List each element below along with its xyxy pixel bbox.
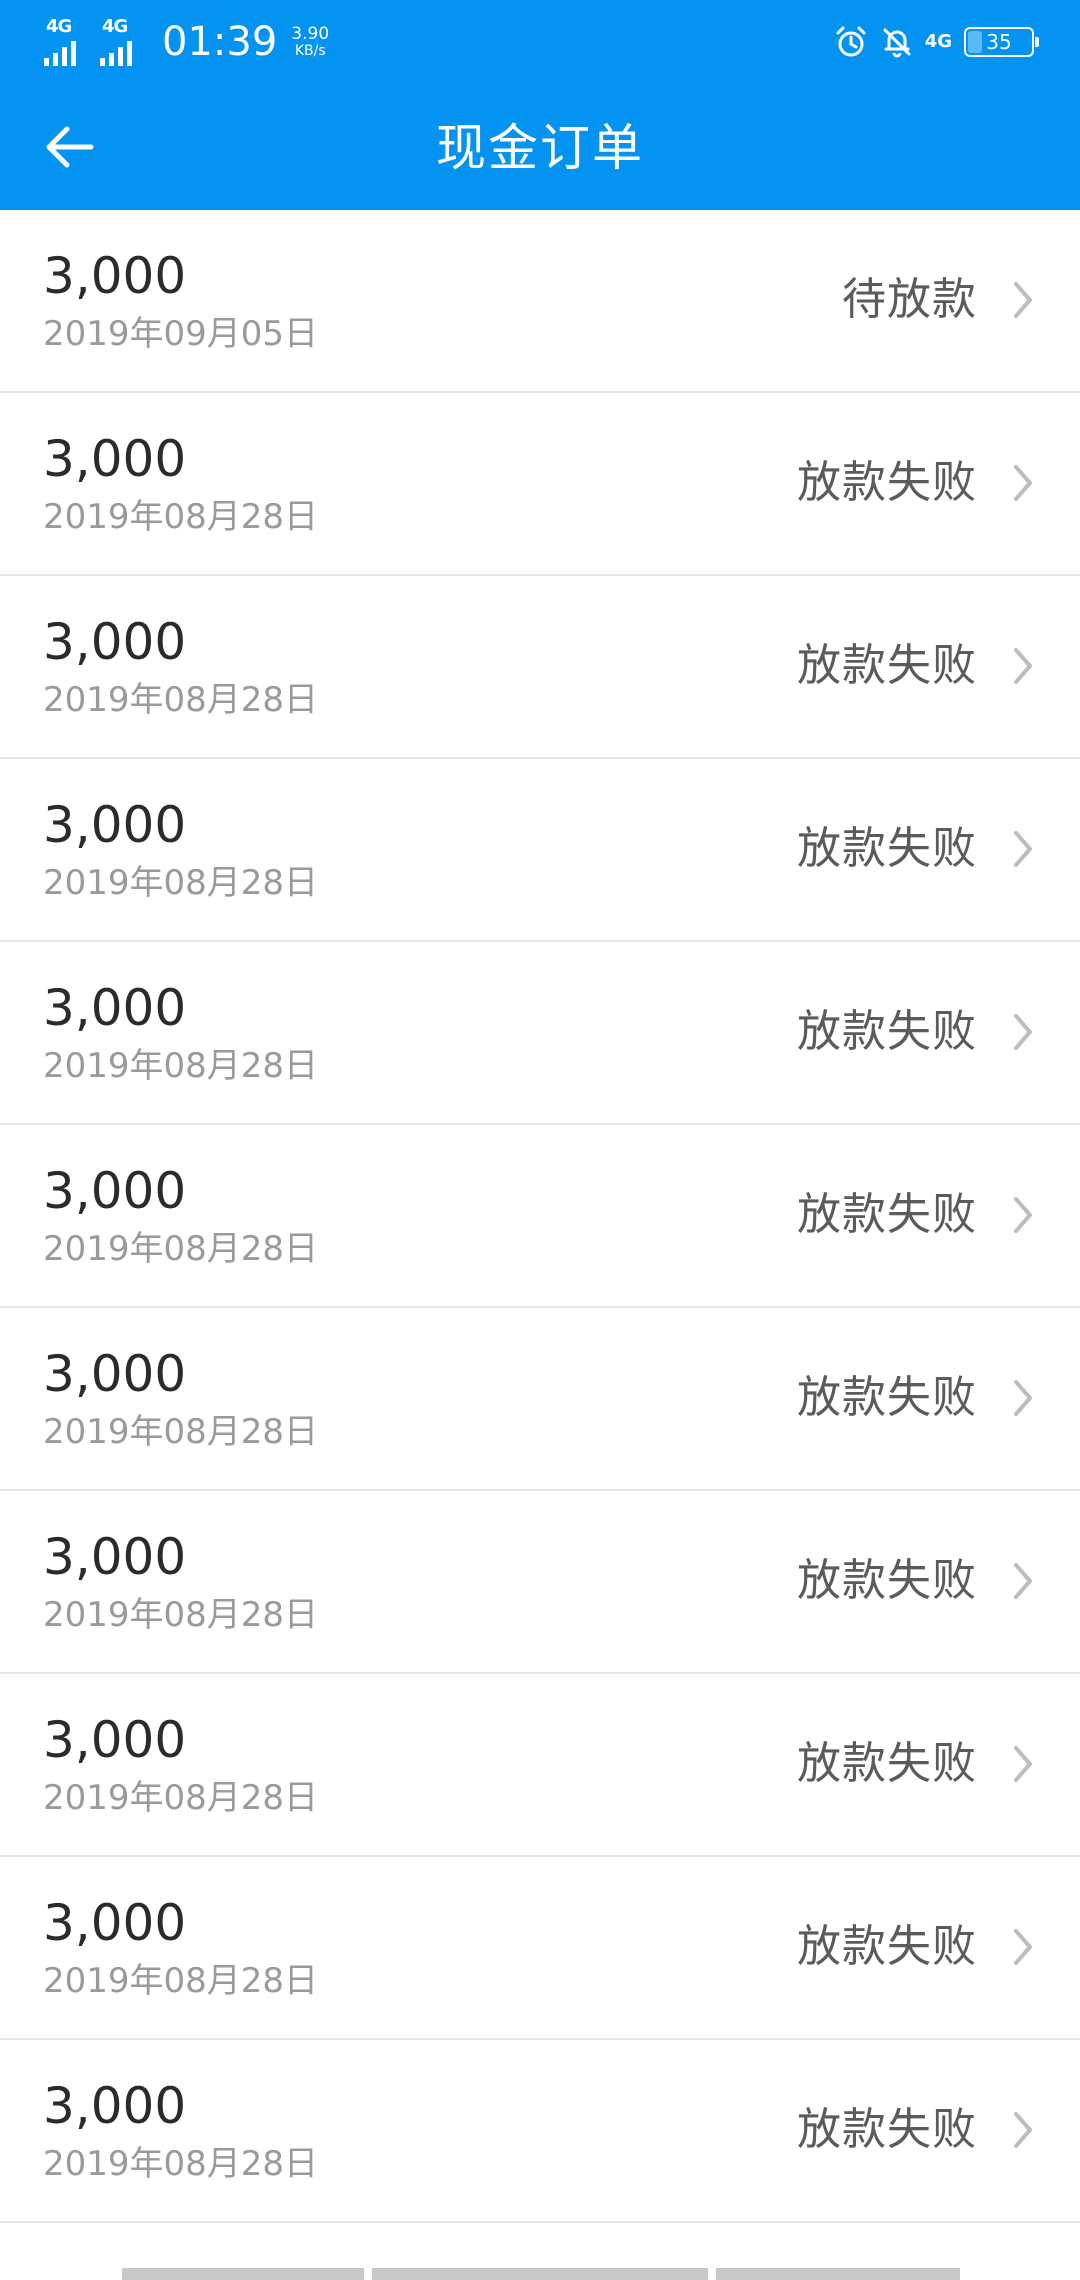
order-list: 3,000 2019年09月05日 待放款 3,000 2019年08月28日 …	[0, 210, 1080, 2223]
sim2-signal-icon: 4G	[100, 18, 146, 66]
order-date: 2019年08月28日	[43, 497, 319, 537]
order-date: 2019年08月28日	[43, 1046, 319, 1086]
order-status: 放款失败	[797, 2104, 977, 2155]
chevron-right-icon	[1014, 2112, 1032, 2148]
alarm-clock-icon	[833, 24, 869, 60]
status-bar-left: 4G 4G 01:39 3.90 KB/s	[44, 14, 329, 70]
chevron-right-icon	[1014, 282, 1032, 318]
order-status: 放款失败	[797, 457, 977, 508]
order-amount: 3,000	[43, 1894, 187, 1952]
order-date: 2019年08月28日	[43, 1229, 319, 1269]
bell-off-icon	[879, 24, 915, 60]
chevron-right-icon	[1014, 1563, 1032, 1599]
order-amount: 3,000	[43, 1528, 187, 1586]
order-amount: 3,000	[43, 613, 187, 671]
order-date: 2019年08月28日	[43, 863, 319, 903]
chevron-right-icon	[1014, 1197, 1032, 1233]
order-status: 放款失败	[797, 1555, 977, 1606]
order-date: 2019年08月28日	[43, 1961, 319, 2001]
status-bar: 4G 4G 01:39 3.90 KB/s 4G 35	[0, 0, 1080, 84]
order-date: 2019年08月28日	[43, 1412, 319, 1452]
order-list-item[interactable]: 3,000 2019年08月28日 放款失败	[0, 2040, 1080, 2223]
order-list-item[interactable]: 3,000 2019年08月28日 放款失败	[0, 1674, 1080, 1857]
network-speed-unit: KB/s	[294, 42, 326, 59]
next-item-edge	[0, 2268, 1080, 2280]
battery-fill	[968, 31, 983, 53]
order-date: 2019年08月28日	[43, 2144, 319, 2184]
order-list-item[interactable]: 3,000 2019年08月28日 放款失败	[0, 942, 1080, 1125]
order-status: 放款失败	[797, 640, 977, 691]
chevron-right-icon	[1014, 1380, 1032, 1416]
clock-time: 01:39	[162, 19, 278, 65]
sim1-network-label: 4G	[46, 16, 72, 37]
order-status: 待放款	[842, 274, 977, 325]
order-list-item[interactable]: 3,000 2019年09月05日 待放款	[0, 210, 1080, 393]
sim2-network-label: 4G	[102, 16, 128, 37]
order-list-item[interactable]: 3,000 2019年08月28日 放款失败	[0, 1125, 1080, 1308]
order-status: 放款失败	[797, 823, 977, 874]
order-list-item[interactable]: 3,000 2019年08月28日 放款失败	[0, 1857, 1080, 2040]
order-status: 放款失败	[797, 1372, 977, 1423]
network-speed: 3.90 KB/s	[291, 23, 330, 59]
order-amount: 3,000	[43, 979, 187, 1037]
order-list-item[interactable]: 3,000 2019年08月28日 放款失败	[0, 1491, 1080, 1674]
page-title: 现金订单	[436, 119, 644, 177]
order-amount: 3,000	[43, 1345, 187, 1403]
order-amount: 3,000	[43, 2077, 187, 2135]
chevron-right-icon	[1014, 648, 1032, 684]
order-list-item[interactable]: 3,000 2019年08月28日 放款失败	[0, 759, 1080, 942]
order-date: 2019年09月05日	[43, 314, 319, 354]
chevron-right-icon	[1014, 831, 1032, 867]
chevron-right-icon	[1014, 1746, 1032, 1782]
order-amount: 3,000	[43, 796, 187, 854]
order-list-item[interactable]: 3,000 2019年08月28日 放款失败	[0, 576, 1080, 759]
chevron-right-icon	[1014, 1014, 1032, 1050]
order-status: 放款失败	[797, 1006, 977, 1057]
order-list-item[interactable]: 3,000 2019年08月28日 放款失败	[0, 1308, 1080, 1491]
order-status: 放款失败	[797, 1189, 977, 1240]
mobile-data-label: 4G	[924, 31, 952, 52]
chevron-right-icon	[1014, 1929, 1032, 1965]
order-date: 2019年08月28日	[43, 680, 319, 720]
sim1-signal-icon: 4G	[44, 18, 90, 66]
status-bar-right: 4G 35	[823, 20, 1039, 64]
battery-level: 35	[986, 30, 1012, 54]
order-amount: 3,000	[43, 430, 187, 488]
app-header: 现金订单	[0, 84, 1080, 210]
order-list-item[interactable]: 3,000 2019年08月28日 放款失败	[0, 393, 1080, 576]
order-date: 2019年08月28日	[43, 1595, 319, 1635]
network-speed-value: 3.90	[291, 23, 330, 44]
chevron-right-icon	[1014, 465, 1032, 501]
order-amount: 3,000	[43, 247, 187, 305]
order-amount: 3,000	[43, 1162, 187, 1220]
order-date: 2019年08月28日	[43, 1778, 319, 1818]
order-status: 放款失败	[797, 1921, 977, 1972]
order-status: 放款失败	[797, 1738, 977, 1789]
battery-icon: 35	[964, 27, 1039, 57]
order-amount: 3,000	[43, 1711, 187, 1769]
